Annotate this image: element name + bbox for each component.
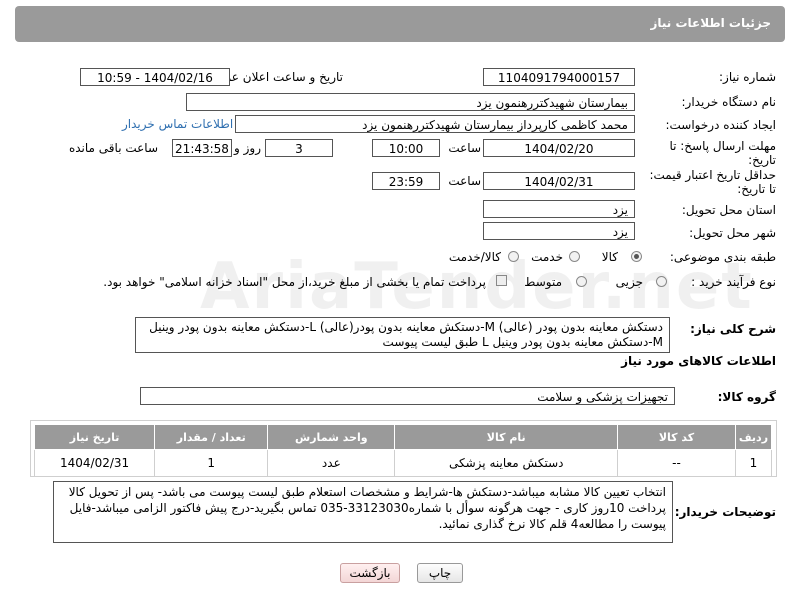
cell-qty: 1 [154,449,269,477]
validity-date-field[interactable]: 1404/02/31 [483,172,635,190]
deadline-time-label: ساعت [448,141,481,155]
process-label: نوع فرآیند خرید : [691,275,776,289]
validity-label: حداقل تاریخ اعتبار قیمت: [649,168,776,182]
creator-field[interactable]: محمد کاظمی کارپرداز بیمارستان شهیدکتررهن… [235,115,635,133]
header-panel: جزئیات اطلاعات نیاز [15,6,785,42]
buyer-org-label: نام دستگاه خریدار: [681,95,777,109]
process-radio-minor[interactable] [656,276,667,287]
city-field[interactable]: یزد [483,222,635,240]
process-option-medium: متوسط [524,275,562,289]
category-option-both: کالا/خدمت [448,250,501,264]
col-code: کد کالا [617,424,736,450]
goods-section-title: اطلاعات کالاهای مورد نیاز [621,354,776,368]
summary-label: شرح کلی نیاز: [690,322,776,336]
cell-unit: عدد [267,449,396,477]
city-label: شهر محل تحویل: [689,226,776,240]
buyer-notes-textarea[interactable]: انتخاب تعیین کالا مشابه میباشد-دستکش ها-… [53,481,673,543]
deadline-time-field[interactable]: 10:00 [372,139,440,157]
category-radio-both[interactable] [508,251,519,262]
cell-code: -- [617,449,736,477]
remaining-label: ساعت باقی مانده [68,141,158,155]
days-field[interactable]: 3 [265,139,333,157]
validity-time-field[interactable]: 23:59 [372,172,440,190]
category-radio-service[interactable] [569,251,580,262]
print-button[interactable]: چاپ [417,563,463,583]
deadline-label: مهلت ارسال پاسخ: تا [669,139,776,153]
col-qty: تعداد / مقدار [154,424,269,450]
cell-row: 1 [734,449,773,477]
cell-date: 1404/02/31 [33,449,156,477]
need-number-field[interactable]: 1104091794000157 [483,68,635,86]
col-row: ردیف [734,424,773,450]
treasury-note: پرداخت تمام یا بخشی از مبلغ خرید،از محل … [103,275,486,289]
col-date: تاریخ نیاز [33,424,156,450]
public-date-field[interactable]: 1404/02/16 - 10:59 [80,68,230,86]
remaining-time-field[interactable]: 21:43:58 [172,139,232,157]
category-label: طبقه بندی موضوعی: [669,250,776,264]
buyer-contact-link[interactable]: اطلاعات تماس خریدار [122,117,233,131]
page-title: جزئیات اطلاعات نیاز [650,16,771,30]
need-number-label: شماره نیاز: [719,70,776,84]
col-name: نام کالا [394,424,619,450]
goods-group-field[interactable]: تجهیزات پزشکی و سلامت [140,387,675,405]
buyer-org-field[interactable]: بیمارستان شهیدکتررهنمون یزد [186,93,635,111]
category-option-goods: کالا [601,250,618,264]
summary-textarea[interactable]: دستکش معاینه بدون پودر (عالی) M-دستکش مع… [135,317,670,353]
deadline-label-2: تاریخ: [748,153,776,167]
province-field[interactable]: یزد [483,200,635,218]
creator-label: ایجاد کننده درخواست: [665,118,776,132]
process-option-minor: جزیی [615,275,643,289]
validity-label-2: تا تاریخ: [737,182,776,196]
col-unit: واحد شمارش [267,424,396,450]
validity-time-label: ساعت [448,174,481,188]
deadline-date-field[interactable]: 1404/02/20 [483,139,635,157]
buyer-notes-label: توضیحات خریدار: [674,505,776,519]
category-radio-goods[interactable] [631,251,642,262]
province-label: استان محل تحویل: [681,203,776,217]
goods-group-label: گروه کالا: [717,390,776,404]
table-row: 1 -- دستکش معاینه پزشکی عدد 1 1404/02/31 [33,449,773,477]
back-button[interactable]: بازگشت [340,563,400,583]
category-option-service: خدمت [531,250,563,264]
goods-table: ردیف کد کالا نام کالا واحد شمارش تعداد /… [33,424,773,477]
treasury-checkbox[interactable] [496,275,507,286]
process-radio-medium[interactable] [576,276,587,287]
cell-name: دستکش معاینه پزشکی [394,449,619,477]
days-label: روز و [234,141,261,155]
